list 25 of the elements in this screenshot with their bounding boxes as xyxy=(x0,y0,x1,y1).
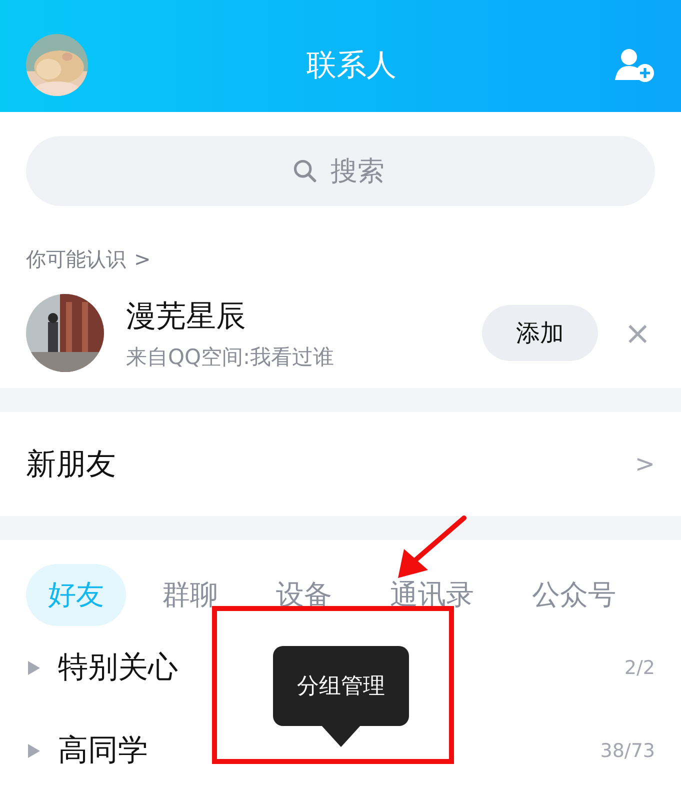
close-button[interactable]: × xyxy=(620,314,655,352)
search-icon xyxy=(292,158,318,184)
group-name[interactable]: 高同学 xyxy=(58,730,148,771)
tab[interactable]: 好友 xyxy=(26,564,126,626)
search-field[interactable]: 搜索 xyxy=(26,136,655,206)
add-contact-icon[interactable] xyxy=(615,48,655,82)
tab[interactable]: 公众号 xyxy=(510,564,638,626)
add-button[interactable]: 添加 xyxy=(482,305,598,361)
tab[interactable]: 设备 xyxy=(254,564,354,626)
annotation-arrow xyxy=(398,515,468,581)
group-count: 38/73 xyxy=(600,740,655,762)
contact-name: 漫芜星辰 xyxy=(126,298,247,336)
tab[interactable]: 通讯录 xyxy=(368,564,496,626)
tab[interactable]: 群聊 xyxy=(140,564,240,626)
new-friends-item[interactable]: 新朋友 xyxy=(26,444,116,484)
section-title[interactable]: 你可能认识 xyxy=(26,246,126,272)
contact-source: 来自QQ空间:我看过谁 xyxy=(126,344,336,370)
page-title: 联系人 xyxy=(306,46,398,84)
chevron-icon[interactable]: > xyxy=(634,450,655,478)
expand-triangle-icon[interactable] xyxy=(28,744,40,758)
group-count: 2/2 xyxy=(624,656,655,678)
expand-triangle-icon[interactable] xyxy=(28,660,40,674)
group-name[interactable]: 特别关心 xyxy=(58,647,178,688)
tooltip-pointer xyxy=(321,725,361,747)
chevron-icon[interactable]: > xyxy=(134,247,151,271)
